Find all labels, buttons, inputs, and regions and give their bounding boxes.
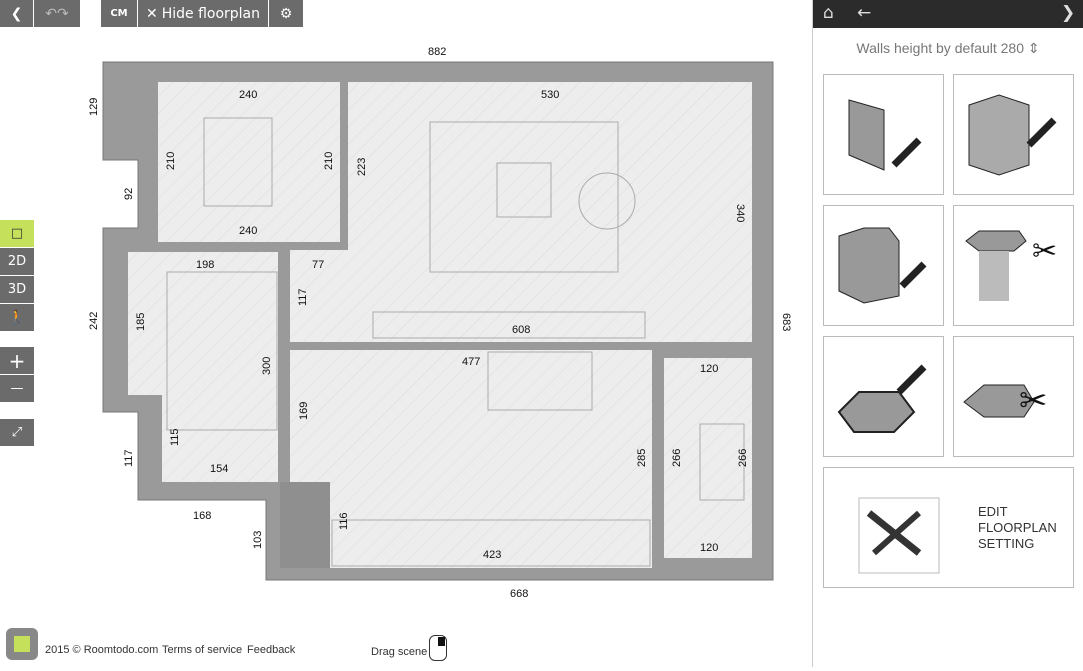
dim: 103 — [252, 531, 264, 549]
cross-icon: ✕ — [145, 5, 158, 22]
arrow-left-icon[interactable]: ← — [857, 3, 871, 23]
dim: 240 — [239, 89, 257, 101]
draw-column-icon — [838, 227, 927, 304]
dim: 169 — [298, 402, 310, 420]
fit-button[interactable]: ⤢ — [0, 419, 34, 446]
draw-floor-tool[interactable] — [823, 336, 944, 457]
draw-room-icon — [968, 94, 1057, 176]
svg-text:✂: ✂ — [1019, 382, 1048, 420]
dim: 185 — [135, 313, 147, 331]
dim: 477 — [462, 356, 480, 368]
room-bedroom[interactable] — [158, 82, 340, 242]
room-kitchen[interactable] — [290, 350, 652, 568]
draw-wall-icon — [848, 99, 922, 171]
room-bath[interactable] — [280, 482, 330, 568]
square-select-icon: □ — [10, 226, 24, 241]
panel-header: ⌂ ← ❯ — [813, 0, 1083, 28]
dim: 120 — [700, 363, 718, 375]
cut-column-icon: ✂ — [965, 230, 1057, 301]
dim: 423 — [483, 549, 501, 561]
chevron-right-icon[interactable]: ❯ — [1061, 3, 1075, 23]
mode-2d-button[interactable]: 2D — [0, 248, 34, 275]
dim: 300 — [261, 357, 273, 375]
dim: 608 — [512, 324, 530, 336]
hide-floorplan-label: Hide floorplan — [161, 5, 261, 22]
floorplan-canvas[interactable]: 882 129 92 242 117 103 168 668 683 240 2… — [0, 0, 812, 667]
dim: 116 — [338, 512, 350, 530]
undo-redo-icon: ↶↷ — [45, 5, 69, 22]
dim: 240 — [239, 225, 257, 237]
dim: 129 — [88, 98, 100, 116]
mode-3d-label: 3D — [7, 282, 27, 297]
room-living[interactable] — [290, 82, 752, 342]
floorplan[interactable]: 882 129 92 242 117 103 168 668 683 240 2… — [0, 0, 812, 667]
terms-link[interactable]: Terms of service — [162, 644, 242, 656]
walk-icon: 🚶 — [8, 310, 26, 325]
chevron-left-icon: ❮ — [10, 5, 23, 22]
mode-3d-button[interactable]: 3D — [0, 276, 34, 303]
draw-floor-icon — [837, 364, 927, 433]
tools-panel: ⌂ ← ❯ Walls height by default 280 ⇕ ✂ ✂ … — [812, 0, 1083, 667]
dim: 117 — [297, 288, 309, 306]
gear-icon: ⚙ — [279, 5, 293, 22]
wrench-screwdriver-icon — [858, 497, 940, 574]
dim: 683 — [780, 313, 792, 331]
up-down-icon[interactable]: ⇕ — [1028, 40, 1040, 56]
walls-height-label: Walls height by default 280 — [856, 40, 1024, 56]
walls-height[interactable]: Walls height by default 280 ⇕ — [813, 40, 1083, 57]
drag-scene-label: Drag scene — [371, 646, 428, 658]
dim: 210 — [323, 152, 335, 170]
dim: 198 — [196, 259, 214, 271]
dim: 340 — [734, 204, 746, 222]
zoom-out-button[interactable]: — — [0, 375, 34, 402]
dim: 77 — [312, 259, 324, 271]
dim: 210 — [165, 152, 177, 170]
settings-button[interactable]: ⚙ — [269, 0, 303, 27]
dim: 154 — [210, 463, 228, 475]
dim: 242 — [88, 312, 100, 330]
walk-button[interactable]: 🚶 — [0, 304, 34, 331]
svg-text:✂: ✂ — [1032, 235, 1057, 268]
roomtodo-logo — [6, 628, 38, 660]
dim: 117 — [123, 449, 135, 467]
dim: 668 — [510, 588, 528, 600]
units-button[interactable]: CM — [101, 0, 137, 27]
dim: 530 — [541, 89, 559, 101]
draw-room-tool[interactable] — [953, 74, 1074, 195]
dim: 266 — [671, 449, 683, 467]
dim: 92 — [123, 188, 135, 200]
copyright: 2015 © Roomtodo.com — [45, 644, 159, 656]
dim: 266 — [737, 449, 749, 467]
select-tool[interactable]: □ — [0, 220, 34, 247]
draw-wall-tool[interactable] — [823, 74, 944, 195]
mouse-icon — [429, 635, 447, 661]
cut-column-tool[interactable]: ✂ — [953, 205, 1074, 326]
dim: 120 — [700, 542, 718, 554]
dim: 115 — [169, 428, 181, 446]
fit-arrows-icon: ⤢ — [11, 425, 23, 440]
dim: 882 — [428, 46, 446, 58]
draw-column-tool[interactable] — [823, 205, 944, 326]
undo-redo-button[interactable]: ↶↷ — [34, 0, 80, 27]
feedback-link[interactable]: Feedback — [247, 644, 295, 656]
dim: 223 — [356, 158, 368, 176]
mode-2d-label: 2D — [7, 254, 27, 269]
edit-floorplan-setting-button[interactable]: EDIT FLOORPLAN SETTING — [823, 467, 1074, 588]
edit-setting-label: EDIT FLOORPLAN SETTING — [978, 504, 1057, 551]
cut-floor-tool[interactable]: ✂ — [953, 336, 1074, 457]
hide-floorplan-button[interactable]: ✕ Hide floorplan — [138, 0, 268, 27]
zoom-out-label: — — [10, 381, 24, 396]
zoom-in-button[interactable]: + — [0, 347, 34, 374]
cut-floor-icon: ✂ — [963, 382, 1048, 420]
units-label: CM — [110, 8, 128, 19]
home-icon[interactable]: ⌂ — [823, 3, 834, 23]
zoom-in-label: + — [8, 348, 26, 373]
dim: 168 — [193, 510, 211, 522]
back-button[interactable]: ❮ — [0, 0, 33, 27]
dim: 285 — [636, 449, 648, 467]
